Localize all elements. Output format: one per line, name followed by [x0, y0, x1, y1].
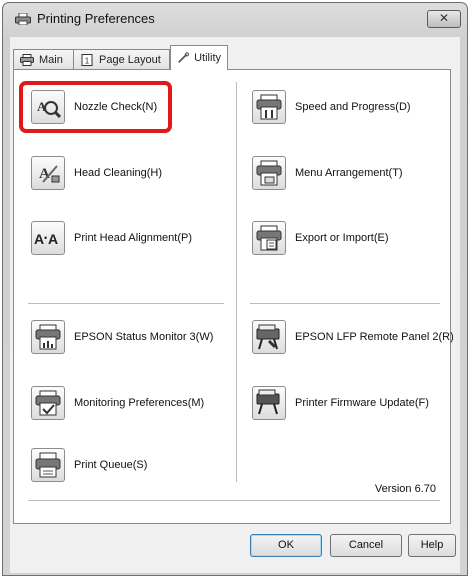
- svg-text:A: A: [34, 231, 44, 247]
- menu-arrangement-label: Menu Arrangement(T): [295, 167, 403, 179]
- status-monitor-button[interactable]: EPSON Status Monitor 3(W): [31, 319, 213, 355]
- utility-panel: A Nozzle Check(N) A Head Cleaning(H) A •…: [13, 69, 454, 524]
- tab-utility-label: Utility: [194, 52, 221, 64]
- svg-text:A: A: [48, 231, 58, 247]
- nozzle-check-button[interactable]: A Nozzle Check(N): [31, 89, 157, 125]
- wrench-icon: [178, 52, 190, 63]
- tab-utility[interactable]: Utility: [170, 45, 228, 70]
- menu-arrangement-button[interactable]: Menu Arrangement(T): [252, 155, 403, 191]
- firmware-update-icon: [252, 386, 286, 420]
- export-import-button[interactable]: Export or Import(E): [252, 220, 389, 256]
- page-layout-icon: 1: [81, 53, 93, 66]
- dialog-client: Main 1 Page Layout Utility A Nozzle Chec…: [10, 37, 460, 573]
- monitoring-preferences-label: Monitoring Preferences(M): [74, 397, 205, 409]
- printer-icon: [15, 13, 31, 25]
- close-button[interactable]: ✕: [427, 10, 461, 28]
- head-cleaning-label: Head Cleaning(H): [74, 167, 163, 179]
- export-import-label: Export or Import(E): [295, 232, 389, 244]
- head-cleaning-button[interactable]: A Head Cleaning(H): [31, 155, 162, 191]
- print-head-alignment-label: Print Head Alignment(P): [74, 232, 192, 244]
- title-bar[interactable]: Printing Preferences ✕: [3, 3, 467, 35]
- remote-panel-label: EPSON LFP Remote Panel 2(R): [295, 331, 454, 343]
- printing-preferences-window: Printing Preferences ✕ Main 1 Page Layou…: [2, 2, 468, 576]
- window-title: Printing Preferences: [37, 11, 155, 26]
- head-alignment-icon: A • A: [31, 221, 65, 255]
- print-queue-label: Print Queue(S): [74, 459, 148, 471]
- left-section-divider: [28, 303, 224, 304]
- print-queue-button[interactable]: Print Queue(S): [31, 447, 147, 483]
- tab-main[interactable]: Main: [13, 49, 74, 69]
- menu-arrangement-icon: [252, 156, 286, 190]
- printer-icon: [20, 53, 34, 66]
- status-monitor-label: EPSON Status Monitor 3(W): [74, 331, 214, 343]
- right-section-divider: [250, 303, 440, 304]
- monitoring-preferences-icon: [31, 386, 65, 420]
- version-text: Version 6.70: [374, 483, 436, 495]
- status-monitor-icon: [31, 320, 65, 354]
- firmware-update-button[interactable]: Printer Firmware Update(F): [252, 385, 429, 421]
- bottom-divider: [28, 500, 440, 501]
- vertical-divider: [236, 82, 237, 482]
- head-cleaning-icon: A: [31, 156, 65, 190]
- tab-page-layout[interactable]: 1 Page Layout: [73, 49, 170, 69]
- close-icon: ✕: [438, 11, 450, 25]
- remote-panel-button[interactable]: EPSON LFP Remote Panel 2(R): [252, 319, 454, 355]
- cancel-button[interactable]: Cancel: [330, 534, 402, 557]
- svg-text:•: •: [44, 233, 47, 243]
- print-head-alignment-button[interactable]: A • A Print Head Alignment(P): [31, 220, 192, 256]
- tab-page-layout-label: Page Layout: [99, 53, 161, 66]
- print-queue-icon: [31, 448, 65, 482]
- remote-panel-icon: [252, 320, 286, 354]
- help-button[interactable]: Help: [408, 534, 456, 557]
- nozzle-check-label: Nozzle Check(N): [74, 101, 158, 113]
- svg-text:1: 1: [85, 56, 90, 65]
- speed-progress-icon: [252, 90, 286, 124]
- export-import-icon: [252, 221, 286, 255]
- tab-main-label: Main: [39, 53, 63, 66]
- firmware-update-label: Printer Firmware Update(F): [295, 397, 429, 409]
- ok-button[interactable]: OK: [250, 534, 322, 557]
- speed-progress-button[interactable]: Speed and Progress(D): [252, 89, 411, 125]
- speed-progress-label: Speed and Progress(D): [295, 101, 411, 113]
- monitoring-preferences-button[interactable]: Monitoring Preferences(M): [31, 385, 204, 421]
- nozzle-check-icon: A: [31, 90, 65, 124]
